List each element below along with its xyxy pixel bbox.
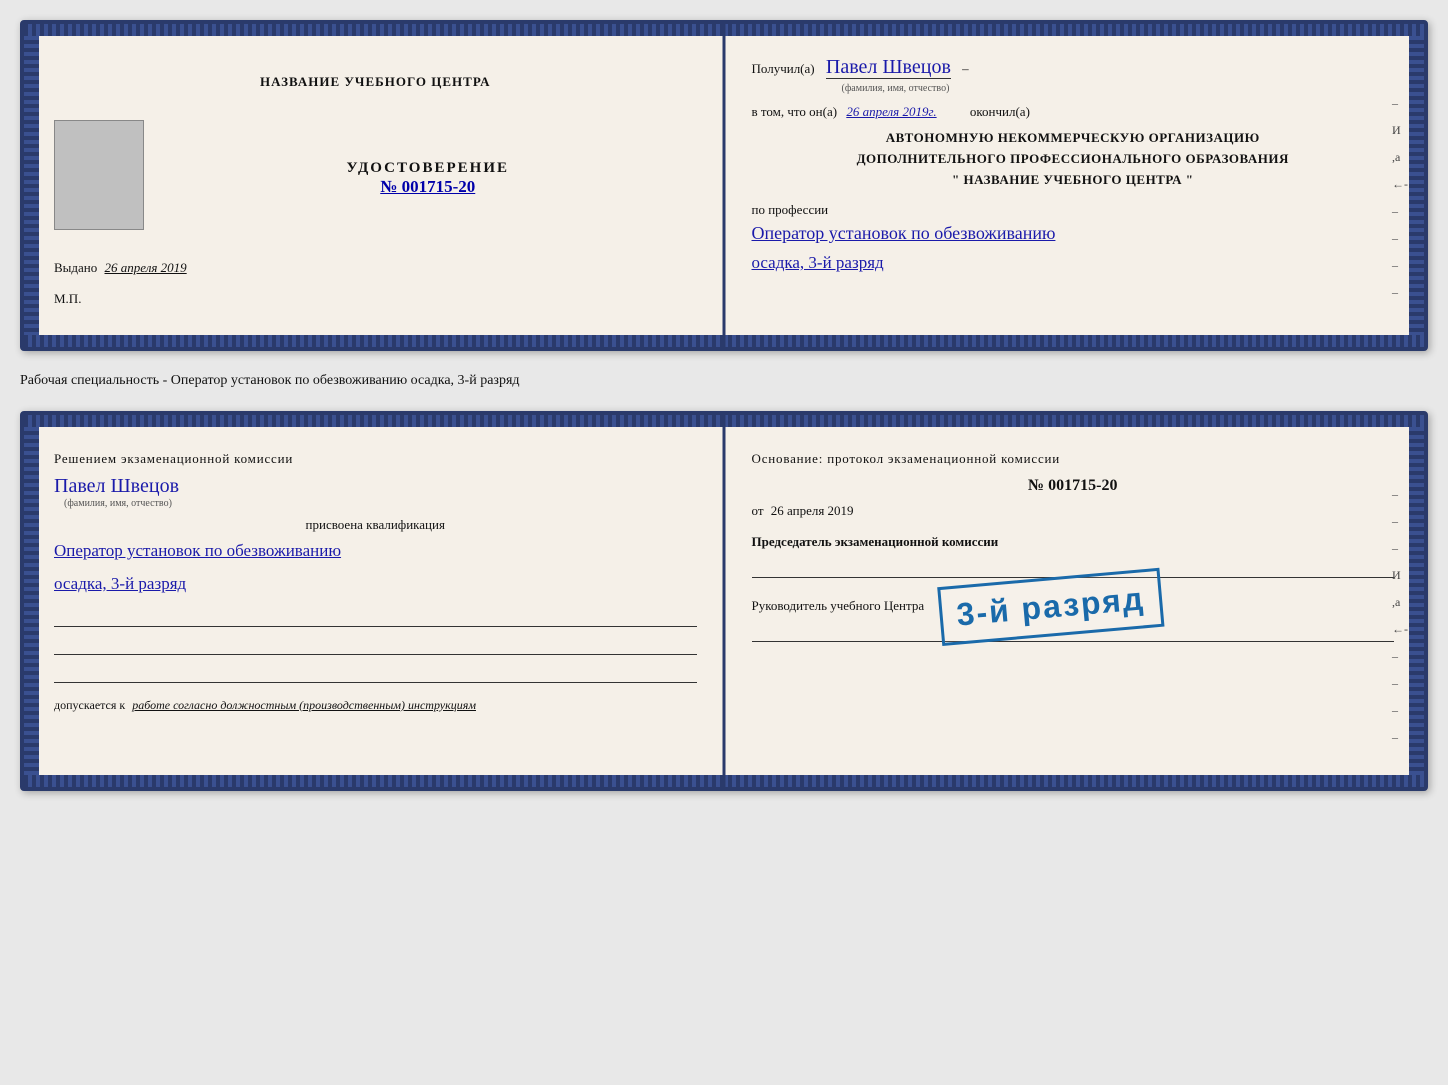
top-border-1 — [24, 24, 1424, 36]
protocol-number: № 001715-20 — [752, 477, 1395, 495]
char-dash-r5: – — [1392, 676, 1408, 691]
org-line3: " НАЗВАНИЕ УЧЕБНОГО ЦЕНТРА " — [752, 170, 1395, 191]
org-block: АВТОНОМНУЮ НЕКОММЕРЧЕСКУЮ ОРГАНИЗАЦИЮ ДО… — [752, 128, 1395, 190]
doc1-inner: НАЗВАНИЕ УЧЕБНОГО ЦЕНТРА УДОСТОВЕРЕНИЕ №… — [24, 36, 1424, 335]
fact-date: 26 апреля 2019г. — [846, 104, 936, 119]
char-dash-r4: – — [1392, 649, 1408, 664]
char-dash-2: – — [1392, 204, 1408, 219]
between-label: Рабочая специальность - Оператор установ… — [20, 369, 1428, 393]
qualification-line1: Оператор установок по обезвоживанию — [54, 537, 697, 566]
char-a-r: ,а — [1392, 595, 1408, 610]
document-1: НАЗВАНИЕ УЧЕБНОГО ЦЕНТРА УДОСТОВЕРЕНИЕ №… — [20, 20, 1428, 351]
sig-line-2 — [54, 635, 697, 655]
doc1-center-title: НАЗВАНИЕ УЧЕБНОГО ЦЕНТРА — [54, 74, 697, 90]
char-arrow-r: ←- — [1392, 622, 1408, 637]
char-arrow: ←- — [1392, 177, 1408, 192]
spine-2 — [723, 415, 726, 787]
from-prefix: от — [752, 503, 764, 518]
char-dash-r2: – — [1392, 514, 1408, 529]
sig-line-3 — [54, 663, 697, 683]
received-line: Получил(а) Павел Швецов – — [752, 56, 1395, 79]
side-chars-1: – И ,а ←- – – – – — [1392, 96, 1408, 300]
side-chars-2: – – – И ,а ←- – – – – — [1392, 487, 1408, 745]
doc2-inner: Решением экзаменационной комиссии Павел … — [24, 427, 1424, 775]
mp-label: М.П. — [54, 291, 697, 307]
char-dash-1: – — [1392, 96, 1408, 111]
doc1-left: НАЗВАНИЕ УЧЕБНОГО ЦЕНТРА УДОСТОВЕРЕНИЕ №… — [24, 36, 722, 335]
decision-text: Решением экзаменационной комиссии — [54, 451, 697, 467]
photo-placeholder — [54, 120, 144, 230]
char-dash-r7: – — [1392, 730, 1408, 745]
recipient-name: Павел Швецов — [826, 56, 951, 79]
char-i: И — [1392, 123, 1408, 138]
char-i-r: И — [1392, 568, 1408, 583]
org-line1: АВТОНОМНУЮ НЕКОММЕРЧЕСКУЮ ОРГАНИЗАЦИЮ — [752, 128, 1395, 149]
org-line2: ДОПОЛНИТЕЛЬНОГО ПРОФЕССИОНАЛЬНОГО ОБРАЗО… — [752, 149, 1395, 170]
from-date-val: 26 апреля 2019 — [771, 503, 854, 518]
fact-line: в том, что он(а) 26 апреля 2019г. окончи… — [752, 104, 1395, 120]
doc1-right: Получил(а) Павел Швецов – (фамилия, имя,… — [722, 36, 1425, 335]
qualification-line2: осадка, 3-й разряд — [54, 570, 697, 599]
fact-prefix: в том, что он(а) — [752, 104, 838, 119]
allowed-text: допускается к работе согласно должностны… — [54, 698, 697, 713]
allowed-value: работе согласно должностным (производств… — [132, 698, 476, 712]
qualification-label: присвоена квалификация — [54, 517, 697, 533]
basis-text: Основание: протокол экзаменационной коми… — [752, 451, 1395, 467]
from-date: от 26 апреля 2019 — [752, 503, 1395, 519]
name-value: Павел Швецов — [54, 475, 697, 498]
spine-1 — [723, 24, 726, 347]
issued-date: 26 апреля 2019 — [105, 260, 187, 275]
char-dash-r6: – — [1392, 703, 1408, 718]
received-prefix: Получил(а) — [752, 61, 815, 76]
char-dash-r3: – — [1392, 541, 1408, 556]
char-dash-4: – — [1392, 258, 1408, 273]
cert-label: УДОСТОВЕРЕНИЕ — [159, 160, 697, 177]
dash-1: – — [962, 61, 969, 76]
bottom-border-2 — [24, 775, 1424, 787]
profession-value: Оператор установок по обезвоживанию — [752, 218, 1395, 249]
name-block: Павел Швецов (фамилия, имя, отчество) — [54, 475, 697, 509]
chairman-label: Председатель экзаменационной комиссии — [752, 534, 1395, 550]
allowed-prefix: допускается к — [54, 698, 125, 712]
recipient-label: (фамилия, имя, отчество) — [842, 83, 1395, 94]
doc2-left: Решением экзаменационной комиссии Павел … — [24, 427, 722, 775]
cert-number: № 001715-20 — [159, 177, 697, 197]
fact-suffix: окончил(а) — [970, 104, 1030, 119]
char-dash-5: – — [1392, 285, 1408, 300]
name-label: (фамилия, имя, отчество) — [64, 498, 697, 509]
char-a: ,а — [1392, 150, 1408, 165]
top-border-2 — [24, 415, 1424, 427]
char-dash-3: – — [1392, 231, 1408, 246]
profession-prefix: по профессии — [752, 202, 1395, 218]
sig-line-1 — [54, 607, 697, 627]
profession-rank: осадка, 3-й разряд — [752, 249, 1395, 278]
document-2: Решением экзаменационной комиссии Павел … — [20, 411, 1428, 791]
doc2-right: Основание: протокол экзаменационной коми… — [722, 427, 1425, 775]
page-container: НАЗВАНИЕ УЧЕБНОГО ЦЕНТРА УДОСТОВЕРЕНИЕ №… — [20, 20, 1428, 791]
issued-prefix: Выдано — [54, 260, 97, 275]
issued-line: Выдано 26 апреля 2019 — [54, 260, 697, 276]
bottom-border-1 — [24, 335, 1424, 347]
char-dash-r1: – — [1392, 487, 1408, 502]
